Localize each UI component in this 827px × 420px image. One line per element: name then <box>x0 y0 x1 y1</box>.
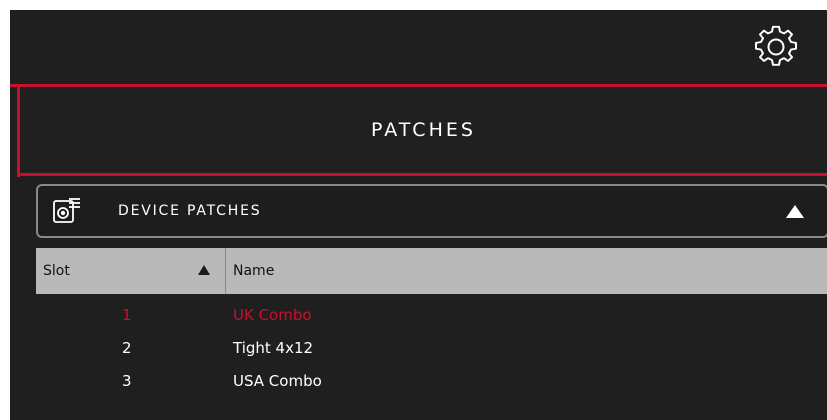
gear-icon[interactable] <box>754 25 798 69</box>
slot-cell: 2 <box>122 338 132 357</box>
table-row[interactable]: 2 Tight 4x12 <box>36 331 827 364</box>
app-window: PATCHES DEVICE PATCHES Slot Name 1 UK Co… <box>10 10 827 420</box>
name-cell: UK Combo <box>233 305 312 324</box>
dropdown-label: DEVICE PATCHES <box>118 203 262 219</box>
column-label-name: Name <box>233 263 275 279</box>
table-row[interactable]: 1 UK Combo <box>36 298 827 331</box>
column-label-slot: Slot <box>43 263 70 279</box>
collapse-arrow-icon[interactable] <box>786 205 804 218</box>
top-bar <box>10 10 827 84</box>
table-header: Slot Name <box>36 248 827 294</box>
title-divider <box>17 173 827 176</box>
sort-ascending-icon <box>198 265 210 275</box>
name-cell: USA Combo <box>233 371 322 390</box>
title-area: PATCHES <box>20 87 827 173</box>
device-patches-dropdown[interactable]: DEVICE PATCHES <box>36 184 827 238</box>
page-title: PATCHES <box>371 119 476 141</box>
column-header-slot[interactable]: Slot <box>36 248 225 294</box>
table-body: 1 UK Combo 2 Tight 4x12 3 USA Combo <box>36 298 827 397</box>
name-cell: Tight 4x12 <box>233 338 314 357</box>
table-row[interactable]: 3 USA Combo <box>36 364 827 397</box>
slot-cell: 1 <box>122 305 132 324</box>
slot-cell: 3 <box>122 371 132 390</box>
column-header-name[interactable]: Name <box>226 248 827 294</box>
patches-table: Slot Name 1 UK Combo 2 Tight 4x12 3 USA … <box>36 248 827 420</box>
device-patches-icon <box>52 196 82 226</box>
